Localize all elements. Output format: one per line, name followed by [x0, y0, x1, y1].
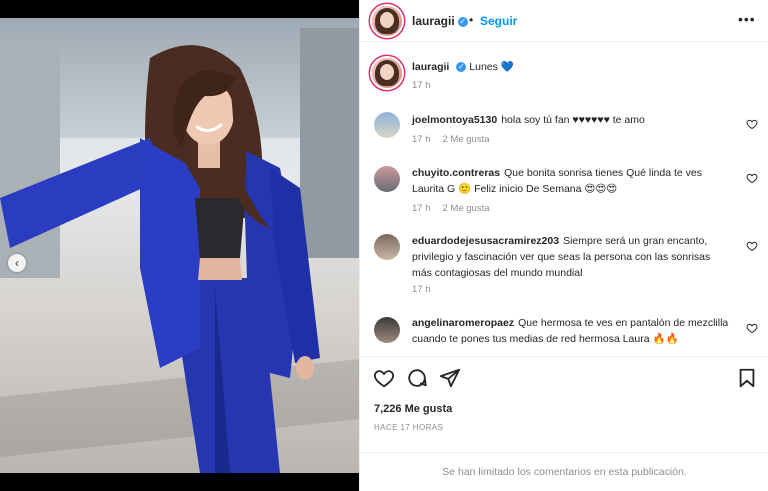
comment-like-heart-icon[interactable]: [746, 172, 758, 184]
author-username[interactable]: lauragii ✓: [412, 14, 468, 28]
post-actions: 7,226 Me gusta HACE 17 HORAS: [360, 356, 768, 452]
comment-item: chuyito.contreras Que bonita sonrisa tien…: [412, 165, 732, 197]
bottom-black-bar: [0, 473, 359, 491]
more-options-button[interactable]: •••: [738, 11, 756, 27]
comments-limited-notice: Se han limitado los comentarios en esta …: [360, 452, 768, 491]
follow-button[interactable]: Seguir: [480, 14, 517, 28]
post-timestamp[interactable]: HACE 17 HORAS: [374, 423, 443, 432]
comment-time: 17 h: [412, 284, 431, 295]
comment-likes[interactable]: 2 Me gusta: [443, 203, 490, 214]
like-count[interactable]: 7,226 Me gusta: [374, 403, 452, 415]
save-bookmark-icon[interactable]: [736, 367, 758, 389]
person-figure: [0, 45, 320, 473]
comment-avatar[interactable]: [374, 234, 400, 260]
comment-likes[interactable]: 2 Me gusta: [443, 134, 490, 145]
caption-text: Lunes 💙: [469, 61, 514, 73]
comment-username[interactable]: joelmontoya5130: [412, 114, 497, 126]
post-header: lauragii ✓ • Seguir •••: [360, 0, 768, 42]
comment-time: 17 h: [412, 134, 431, 145]
comment-like-heart-icon[interactable]: [746, 322, 758, 334]
caption-time: 17 h: [412, 80, 431, 91]
comment-username[interactable]: eduardodejesusacramirez203: [412, 235, 559, 247]
author-avatar[interactable]: [372, 6, 402, 36]
like-heart-icon[interactable]: [373, 367, 395, 389]
header-separator: •: [469, 13, 474, 27]
share-paper-plane-icon[interactable]: [439, 367, 461, 389]
comment-avatar[interactable]: [374, 166, 400, 192]
comment-like-heart-icon[interactable]: [746, 240, 758, 252]
comment-time: 17 h: [412, 203, 431, 214]
verified-badge-icon: ✓: [456, 62, 467, 73]
caption-avatar[interactable]: [372, 58, 402, 88]
comment-avatar[interactable]: [374, 112, 400, 138]
post-side-panel: lauragii ✓ • Seguir ••• lauragii ✓ Lunes 💙…: [359, 0, 768, 491]
comment-meta: 17 h: [412, 284, 443, 295]
comment-item: joelmontoya5130 hola soy tú fan ♥♥♥♥♥♥ te…: [412, 112, 742, 128]
comment-username[interactable]: chuyito.contreras: [412, 167, 500, 179]
comment-like-heart-icon[interactable]: [746, 118, 758, 130]
comment-meta: 17 h 2 Me gusta: [412, 203, 502, 214]
comment-meta: 17 h 2 Me gusta: [412, 134, 502, 145]
comments-list[interactable]: lauragii ✓ Lunes 💙 17 h joelmontoya5130 ho…: [360, 42, 768, 356]
verified-badge-icon: ✓: [457, 16, 468, 27]
caption: lauragii ✓ Lunes 💙: [412, 59, 514, 75]
comment-bubble-icon[interactable]: [406, 367, 428, 389]
comment-username[interactable]: angelinaromeropaez: [412, 317, 514, 329]
caption-username[interactable]: lauragii: [412, 61, 449, 73]
previous-image-button[interactable]: ‹: [8, 254, 26, 272]
comment-item: angelinaromeropaez Que hermosa te ves en …: [412, 315, 732, 347]
comment-avatar[interactable]: [374, 317, 400, 343]
post-image[interactable]: ‹: [0, 18, 359, 473]
comment-text: hola soy tú fan ♥♥♥♥♥♥ te amo: [501, 114, 645, 126]
comment-item: eduardodejesusacramirez203 Siempre será u…: [412, 233, 732, 281]
